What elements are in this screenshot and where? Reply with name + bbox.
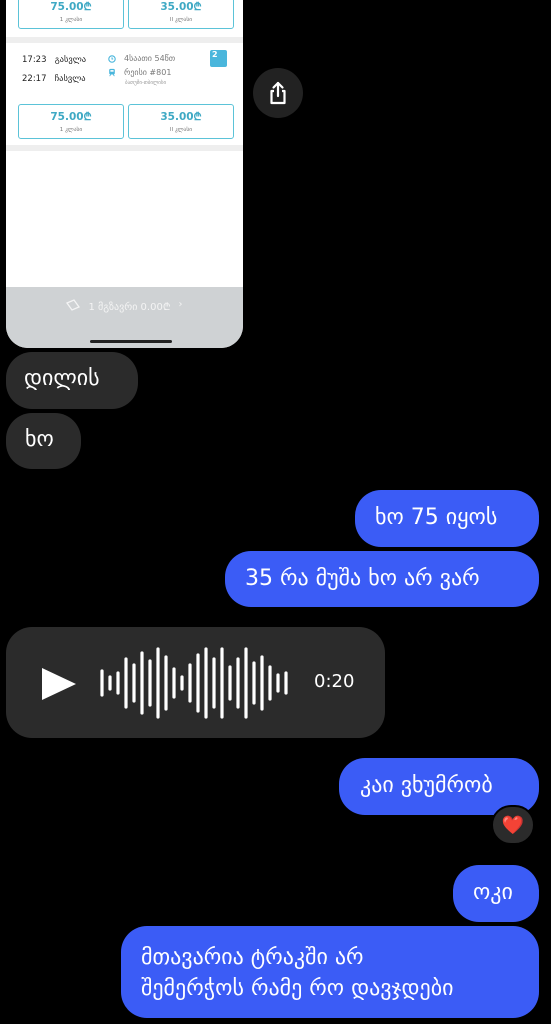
- share-icon: [270, 81, 286, 105]
- divider: [6, 37, 243, 43]
- incoming-message[interactable]: დილის: [6, 352, 138, 409]
- heart-icon: ❤️: [501, 814, 525, 836]
- price-amount: 35.00₾: [160, 111, 202, 123]
- waveform: [100, 647, 288, 719]
- price-option-1st-class: 75.00₾ 1 კლასი: [18, 104, 124, 139]
- outgoing-message[interactable]: ოკი: [453, 865, 539, 922]
- price-amount: 75.00₾: [50, 1, 92, 13]
- message-text: 35 რა მუშა ხო არ ვარ: [245, 566, 480, 591]
- bottom-price-row: 75.00₾ 1 კლასი 35.00₾ II კლასი: [18, 104, 234, 139]
- price-class: II კლასი: [169, 17, 193, 23]
- outgoing-message[interactable]: მთავარია ტრაკში არ შემერჭოს რამე რო დავჯ…: [121, 926, 539, 1018]
- outgoing-message[interactable]: 35 რა მუშა ხო არ ვარ: [225, 551, 539, 607]
- arrive-time: 22:17: [22, 74, 47, 84]
- price-option-2nd-class: 35.00₾ II კლასი: [128, 104, 234, 139]
- duration-row: 4საათი 54წთ: [108, 54, 175, 63]
- ticket-icon: [66, 299, 81, 311]
- arrive-label: ჩასვლა: [54, 74, 86, 84]
- price-amount: 35.00₾: [160, 1, 202, 13]
- badge-number: 2: [212, 50, 218, 59]
- price-class: 1 კლასი: [59, 17, 83, 23]
- train-icon: [109, 68, 115, 77]
- incoming-message[interactable]: ხო: [6, 413, 81, 469]
- message-text: ხო 75 იყოს: [375, 505, 498, 530]
- share-button[interactable]: [253, 68, 303, 118]
- message-text-line: მთავარია ტრაკში არ: [141, 945, 364, 970]
- message-text-line: შემერჭოს რამე რო დავჯდები: [141, 976, 454, 1001]
- top-price-row: 75.00₾ 1 კლასი 35.00₾ II კლასი: [18, 0, 234, 29]
- price-class: II კლასი: [169, 127, 193, 133]
- price-option-1st-class: 75.00₾ 1 კლასი: [18, 0, 124, 29]
- outgoing-message[interactable]: ხო 75 იყოს: [355, 490, 539, 547]
- message-text: დილის: [24, 366, 100, 391]
- price-class: 1 კლასი: [59, 127, 83, 133]
- message-text: კაი ვხუმრობ: [360, 773, 493, 798]
- divider: [6, 145, 243, 151]
- train-row: რეისი #801: [108, 68, 171, 77]
- trip-duration: 4საათი 54წთ: [124, 54, 176, 63]
- home-indicator: [90, 340, 172, 343]
- depart-time: 17:23: [22, 55, 47, 65]
- heart-reaction[interactable]: ❤️: [491, 805, 535, 845]
- chevron-right-icon: ›: [178, 299, 183, 310]
- route-name: ბათუმი-თბილისი: [125, 80, 167, 86]
- class-badge: 2: [210, 50, 227, 67]
- voice-duration: 0:20: [314, 671, 355, 692]
- depart-row: 17:23 გასვლა: [22, 55, 86, 65]
- clock-icon: [108, 54, 116, 63]
- passenger-summary-bar: 1 მგზავრი 0.00₾ ›: [6, 287, 243, 348]
- message-text: ხო: [25, 427, 54, 452]
- depart-label: გასვლა: [54, 55, 87, 65]
- price-amount: 75.00₾: [50, 111, 92, 123]
- train-number: რეისი #801: [124, 68, 172, 77]
- price-option-2nd-class: 35.00₾ II კლასი: [128, 0, 234, 29]
- arrive-row: 22:17 ჩასვლა: [22, 74, 86, 84]
- play-icon[interactable]: [40, 667, 80, 701]
- message-text: ოკი: [473, 880, 513, 905]
- shared-screenshot[interactable]: 75.00₾ 1 კლასი 35.00₾ II კლასი 17:23 გას…: [6, 0, 243, 348]
- voice-message[interactable]: 0:20: [6, 627, 385, 738]
